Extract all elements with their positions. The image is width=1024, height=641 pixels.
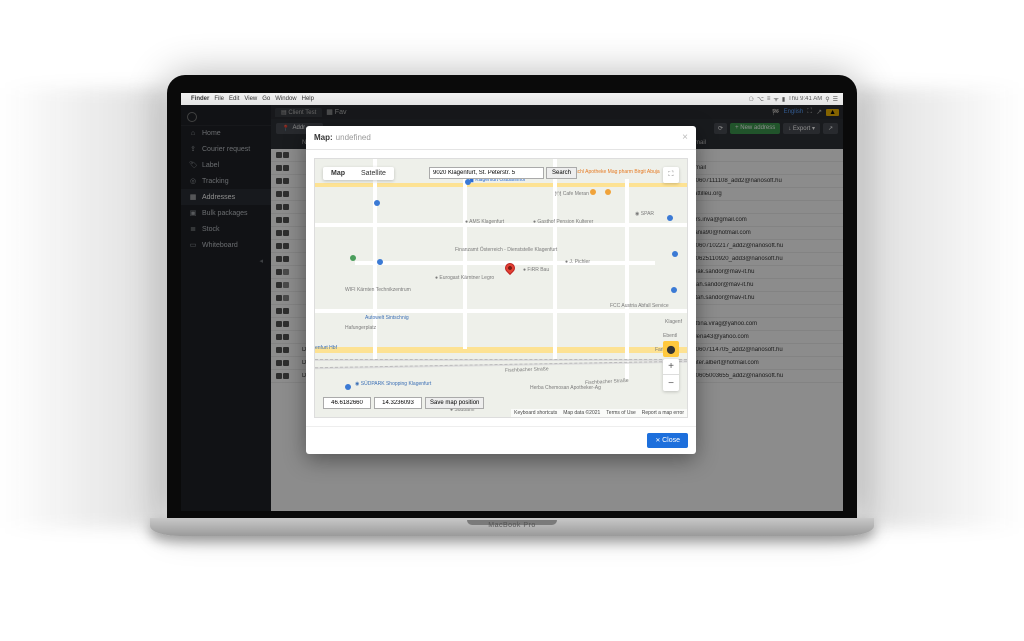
map-fullscreen-icon[interactable]: ⛶ (663, 167, 679, 183)
laptop-frame: Finder File Edit View Go Window Help ⚆ ⌥… (167, 75, 857, 525)
google-map[interactable]: la Palace ▉ Klagenfurt Ostbahnhof Fischl… (314, 158, 688, 418)
map-tab-map[interactable]: Map (323, 167, 353, 180)
zoom-in-button[interactable]: + (663, 359, 679, 375)
map-search-bar: Search (429, 167, 577, 179)
clock[interactable]: Thu 9:41 AM (788, 96, 822, 102)
lng-input[interactable] (374, 397, 422, 409)
modal-close-icon[interactable]: × (682, 132, 688, 143)
save-position-button[interactable]: Save map position (425, 397, 484, 409)
menubar-app[interactable]: Finder (191, 96, 209, 102)
menu-help[interactable]: Help (302, 96, 314, 102)
modal-subtitle: undefined (336, 133, 371, 142)
wifi-icon[interactable]: ᯤ (773, 95, 778, 103)
zoom-control: + − (663, 359, 679, 391)
device-label: MacBook Pro (488, 522, 536, 529)
screen: Finder File Edit View Go Window Help ⚆ ⌥… (181, 93, 843, 511)
close-button[interactable]: Close (647, 433, 688, 448)
menu-file[interactable]: File (214, 96, 224, 102)
menu-window[interactable]: Window (275, 96, 296, 102)
macos-menubar: Finder File Edit View Go Window Help ⚆ ⌥… (181, 93, 843, 105)
control-center-icon[interactable]: ☰ (833, 96, 838, 103)
map-type-toggle: Map Satellite (323, 167, 394, 180)
app-window: ⌂Home⇪Courier request🏷Label◎Tracking▦Add… (181, 105, 843, 511)
map-search-input[interactable] (429, 167, 544, 179)
menu-edit[interactable]: Edit (229, 96, 239, 102)
spotlight-icon[interactable]: ⚲ (825, 96, 829, 103)
lat-input[interactable] (323, 397, 371, 409)
keyboard-shortcuts-link[interactable]: Keyboard shortcuts (514, 410, 557, 416)
status-icon[interactable]: ≡ (767, 96, 771, 102)
map-data-label: Map data ©2021 (563, 410, 600, 416)
menu-view[interactable]: View (244, 96, 257, 102)
map-search-button[interactable]: Search (546, 167, 577, 179)
zoom-out-button[interactable]: − (663, 375, 679, 391)
report-error-link[interactable]: Report a map error (642, 410, 684, 416)
status-icon[interactable]: ⌥ (757, 96, 764, 103)
terms-link[interactable]: Terms of Use (606, 410, 635, 416)
modal-header: Map: undefined × (306, 126, 696, 150)
map-tab-satellite[interactable]: Satellite (353, 167, 394, 180)
map-modal: Map: undefined × la Palace ▉ Klagenfurt … (306, 126, 696, 454)
modal-title: Map: (314, 133, 333, 142)
coords-bar: Save map position (323, 397, 484, 409)
menu-go[interactable]: Go (262, 96, 270, 102)
status-icon[interactable]: ⚆ (749, 96, 754, 103)
battery-icon[interactable]: ▮ (782, 96, 785, 103)
map-attribution: Keyboard shortcuts Map data ©2021 Terms … (511, 409, 687, 417)
pegman-icon[interactable]: ⬤ (663, 341, 679, 357)
